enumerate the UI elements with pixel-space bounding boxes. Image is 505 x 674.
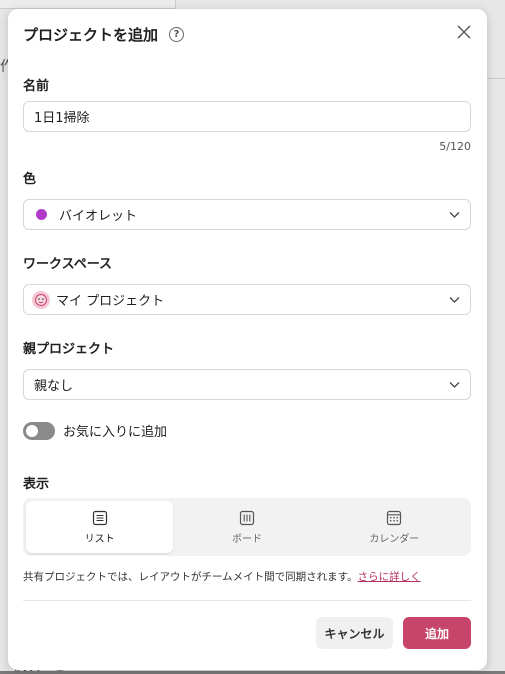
color-swatch — [36, 209, 47, 220]
chevron-down-icon — [449, 212, 460, 218]
view-label: 表示 — [23, 477, 50, 492]
favorite-row: お気に入りに追加 — [23, 421, 167, 440]
view-option-board[interactable]: ボード — [173, 501, 320, 553]
parent-project-value: 親なし — [34, 379, 74, 394]
char-counter: 5/120 — [439, 140, 471, 153]
view-option-label: ボード — [231, 533, 262, 545]
parent-project-label: 親プロジェクト — [23, 342, 115, 357]
favorite-toggle[interactable] — [23, 421, 55, 440]
color-label: 色 — [23, 172, 37, 187]
view-switcher: リスト ボード カレンダー — [23, 498, 471, 556]
parent-project-select[interactable]: 親なし — [23, 369, 471, 400]
learn-more-link[interactable]: さらに詳しく — [358, 571, 421, 583]
workspace-label: ワークスペース — [23, 257, 113, 272]
view-option-calendar[interactable]: カレンダー — [321, 501, 468, 553]
chevron-down-icon — [449, 297, 460, 303]
help-icon[interactable]: ? — [169, 26, 185, 42]
help-glyph: ? — [173, 28, 180, 40]
name-label: 名前 — [23, 79, 50, 94]
close-icon[interactable] — [457, 25, 471, 39]
toggle-knob — [26, 424, 38, 437]
board-icon — [239, 510, 255, 525]
sync-note-text: 共有プロジェクトでは、レイアウトがチームメイト間で同期されます。 — [23, 571, 358, 583]
calendar-icon — [387, 510, 402, 525]
view-option-label: カレンダー — [369, 533, 420, 545]
add-button[interactable]: 追加 — [403, 617, 471, 649]
workspace-select[interactable]: マイ プロジェクト — [23, 284, 471, 315]
workspace-value: マイ プロジェクト — [56, 294, 165, 309]
chevron-down-icon — [449, 382, 460, 388]
favorite-label: お気に入りに追加 — [63, 425, 168, 440]
sync-note: 共有プロジェクトでは、レイアウトがチームメイト間で同期されます。さらに詳しく — [23, 569, 421, 584]
list-icon — [92, 510, 107, 525]
project-name-value: 1日1掃除 — [34, 111, 90, 126]
view-option-label: リスト — [84, 533, 115, 545]
dialog-title: プロジェクトを追加 — [23, 25, 159, 44]
color-select[interactable]: バイオレット — [23, 199, 471, 230]
color-value: バイオレット — [59, 209, 138, 224]
cancel-button[interactable]: キャンセル — [316, 617, 393, 649]
add-project-dialog: プロジェクトを追加 ? 名前 1日1掃除 5/120 色 バイオレット ワークス… — [8, 9, 487, 670]
project-name-input[interactable]: 1日1掃除 — [23, 101, 471, 132]
view-option-list[interactable]: リスト — [26, 501, 174, 553]
dialog-header: プロジェクトを追加 ? — [23, 23, 185, 45]
footer-divider — [23, 600, 471, 601]
face-icon — [32, 290, 50, 309]
